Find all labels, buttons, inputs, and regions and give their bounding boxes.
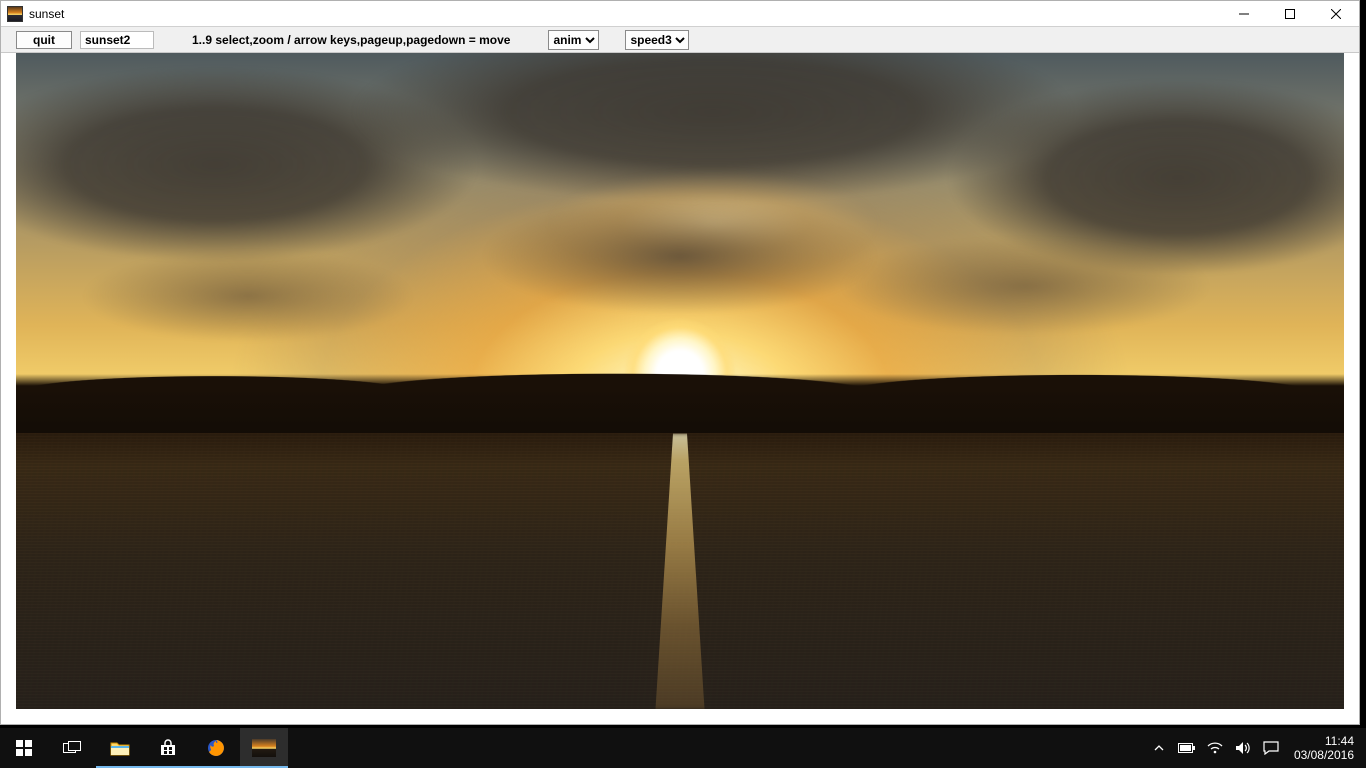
window-title: sunset bbox=[29, 7, 64, 21]
anim-select[interactable]: anim bbox=[548, 30, 599, 50]
minimize-button[interactable] bbox=[1221, 1, 1267, 27]
task-view-icon bbox=[63, 741, 81, 755]
image-viewport[interactable] bbox=[16, 53, 1344, 709]
app-window: sunset quit sunset2 1..9 select,zoom / a… bbox=[0, 0, 1360, 725]
sunset-app-taskbar[interactable] bbox=[240, 728, 288, 768]
start-button[interactable] bbox=[0, 728, 48, 768]
clock-time: 11:44 bbox=[1294, 734, 1354, 748]
taskbar: 11:44 03/08/2016 bbox=[0, 728, 1366, 768]
file-explorer-taskbar[interactable] bbox=[96, 728, 144, 768]
task-view-button[interactable] bbox=[48, 728, 96, 768]
folder-icon bbox=[110, 740, 130, 756]
tray-chevron-icon[interactable] bbox=[1150, 739, 1168, 757]
taskbar-clock[interactable]: 11:44 03/08/2016 bbox=[1290, 734, 1362, 762]
sunset-image bbox=[16, 53, 1344, 709]
battery-icon[interactable] bbox=[1178, 739, 1196, 757]
speed-select[interactable]: speed3 bbox=[625, 30, 689, 50]
windows-logo-icon bbox=[16, 740, 32, 756]
close-button[interactable] bbox=[1313, 1, 1359, 27]
firefox-taskbar[interactable] bbox=[192, 728, 240, 768]
store-icon bbox=[159, 739, 177, 757]
system-tray: 11:44 03/08/2016 bbox=[1150, 734, 1366, 762]
toolbar: quit sunset2 1..9 select,zoom / arrow ke… bbox=[1, 27, 1359, 53]
action-center-icon[interactable] bbox=[1262, 739, 1280, 757]
keyboard-help-text: 1..9 select,zoom / arrow keys,pageup,pag… bbox=[192, 33, 510, 47]
titlebar: sunset bbox=[1, 1, 1359, 27]
wifi-icon[interactable] bbox=[1206, 739, 1224, 757]
firefox-icon bbox=[206, 738, 226, 758]
store-taskbar[interactable] bbox=[144, 728, 192, 768]
quit-button[interactable]: quit bbox=[16, 31, 72, 49]
sunset-app-icon bbox=[252, 739, 276, 757]
app-icon bbox=[7, 6, 23, 22]
volume-icon[interactable] bbox=[1234, 739, 1252, 757]
clock-date: 03/08/2016 bbox=[1294, 748, 1354, 762]
maximize-button[interactable] bbox=[1267, 1, 1313, 27]
filename-field[interactable]: sunset2 bbox=[80, 31, 154, 49]
